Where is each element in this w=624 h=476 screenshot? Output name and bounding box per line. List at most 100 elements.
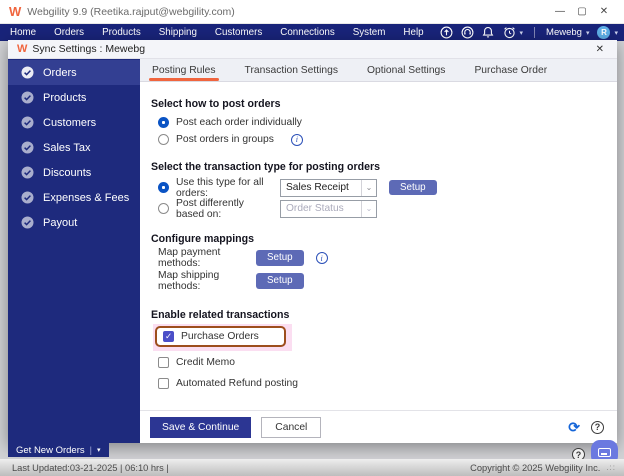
radio-checked-icon[interactable] (158, 182, 169, 193)
dialog-header: W Sync Settings : Mewebg ✕ (8, 40, 617, 59)
sidebar-item-expenses-fees[interactable]: Expenses & Fees (8, 185, 140, 210)
checkbox-icon[interactable] (158, 356, 169, 368)
sidebar-item-label: Orders (43, 66, 77, 79)
sync-settings-dialog: W Sync Settings : Mewebg ✕ Orders Produc… (8, 40, 617, 443)
menu-bar: Home Orders Products Shipping Customers … (0, 24, 624, 41)
option-use-type-all-orders[interactable]: Use this type for all orders: Sales Rece… (158, 176, 617, 199)
purchase-orders-highlight: Purchase Orders (153, 324, 292, 351)
copyright-text: Copyright © 2025 Webgility Inc. (470, 462, 601, 473)
radio-icon[interactable] (158, 134, 169, 145)
option-post-individually[interactable]: Post each order individually (158, 114, 617, 131)
section-heading-post-orders: Select how to post orders (151, 98, 281, 110)
window-title: Webgility 9.9 (Reetika.rajput@webgility.… (27, 5, 235, 18)
chevron-down-icon[interactable]: ▾ (97, 446, 101, 454)
tab-optional-settings[interactable]: Optional Settings (366, 59, 446, 81)
menu-home[interactable]: Home (8, 27, 45, 38)
menu-products[interactable]: Products (93, 27, 150, 38)
sidebar-item-discounts[interactable]: Discounts (8, 160, 140, 185)
transaction-setup-button[interactable]: Setup (389, 179, 437, 196)
settings-sidebar: Orders Products Customers Sales Tax Disc… (8, 59, 140, 443)
check-circle-icon (21, 191, 34, 204)
section-heading-mappings: Configure mappings (151, 233, 254, 245)
dialog-body: Orders Products Customers Sales Tax Disc… (8, 59, 617, 443)
check-circle-icon (21, 116, 34, 129)
menu-system[interactable]: System (344, 27, 395, 38)
check-circle-icon (21, 91, 34, 104)
webgility-logo-icon: W (9, 4, 22, 19)
refresh-icon[interactable]: ⟳ (568, 420, 580, 434)
support-headset-icon[interactable] (461, 26, 474, 39)
upload-circle-icon[interactable] (440, 26, 453, 39)
minimize-icon[interactable]: — (549, 6, 571, 17)
save-continue-button[interactable]: Save & Continue (150, 416, 252, 438)
scheduler-clock-icon[interactable] (503, 26, 516, 39)
dialog-close-icon[interactable]: ✕ (592, 44, 608, 55)
menu-connections[interactable]: Connections (271, 27, 343, 38)
check-circle-icon (21, 66, 34, 79)
scheduler-caret-icon[interactable]: ▾ (520, 29, 524, 37)
sidebar-item-payout[interactable]: Payout (8, 210, 140, 235)
info-icon[interactable]: i (315, 252, 328, 264)
notifications-bell-icon[interactable] (482, 26, 495, 39)
check-circle-icon (21, 216, 34, 229)
chat-monitor-glyph (598, 448, 611, 457)
chevron-down-icon[interactable]: ⌄ (361, 179, 376, 196)
option-label: Post orders in groups (176, 134, 274, 145)
sidebar-item-sales-tax[interactable]: Sales Tax (8, 135, 140, 160)
sidebar-item-label: Customers (43, 116, 97, 129)
menu-customers[interactable]: Customers (206, 27, 271, 38)
sidebar-item-label: Products (43, 91, 87, 104)
credit-memo-option[interactable]: Credit Memo (158, 355, 617, 369)
shipping-setup-button[interactable]: Setup (256, 273, 304, 289)
order-status-dropdown: Order Status ⌄ (280, 199, 377, 218)
checkbox-icon[interactable] (158, 377, 169, 389)
sidebar-item-label: Sales Tax (43, 141, 91, 154)
get-new-orders-button[interactable]: Get New Orders | ▾ (8, 443, 109, 457)
checkbox-checked-icon[interactable] (163, 331, 174, 342)
store-caret-icon[interactable]: ▾ (586, 29, 590, 37)
menu-help[interactable]: Help (394, 27, 432, 38)
menu-orders[interactable]: Orders (45, 27, 93, 38)
sidebar-item-label: Payout (43, 216, 78, 229)
menubar-right-cluster: ▾ Mewebg ▾ R ▾ (440, 26, 620, 39)
sidebar-item-label: Discounts (43, 166, 92, 179)
store-selector[interactable]: Mewebg (546, 27, 582, 38)
info-icon[interactable]: i (290, 133, 303, 146)
resize-grip-icon[interactable]: .:: (606, 463, 616, 472)
transaction-type-dropdown[interactable]: Sales Receipt ⌄ (280, 178, 377, 197)
purchase-orders-annotation-box: Purchase Orders (155, 326, 286, 347)
tab-transaction-settings[interactable]: Transaction Settings (244, 59, 339, 81)
tab-posting-rules[interactable]: Posting Rules (149, 59, 219, 81)
dropdown-value: Order Status (286, 202, 344, 214)
radio-icon[interactable] (158, 203, 169, 214)
sidebar-item-customers[interactable]: Customers (8, 110, 140, 135)
close-icon[interactable]: ✕ (593, 6, 615, 17)
map-payment-label: Map payment methods: (158, 247, 221, 269)
menu-shipping[interactable]: Shipping (150, 27, 206, 38)
check-circle-icon (21, 166, 34, 179)
section-heading-transaction-type: Select the transaction type for posting … (151, 161, 380, 173)
auto-refund-option[interactable]: Automated Refund posting (158, 376, 617, 390)
tab-purchase-order[interactable]: Purchase Order (473, 59, 548, 81)
radio-checked-icon[interactable] (158, 117, 169, 128)
option-label: Use this type for all orders: (176, 176, 264, 199)
map-shipping-label: Map shipping methods: (158, 270, 220, 292)
sidebar-item-label: Expenses & Fees (43, 191, 130, 204)
check-circle-icon (21, 141, 34, 154)
app-window: W Webgility 9.9 (Reetika.rajput@webgilit… (0, 0, 624, 476)
status-bar: Last Updated:03-21-2025 | 06:10 hrs | Co… (0, 459, 624, 476)
cancel-button[interactable]: Cancel (261, 416, 322, 438)
webgility-logo-icon: W (17, 42, 28, 55)
sidebar-item-products[interactable]: Products (8, 85, 140, 110)
option-post-in-groups[interactable]: Post orders in groups i (158, 131, 617, 148)
last-updated-text: Last Updated:03-21-2025 | 06:10 hrs | (12, 462, 169, 473)
help-icon[interactable]: ? (591, 420, 604, 434)
option-post-differently[interactable]: Post differently based on: Order Status … (158, 198, 617, 220)
option-label: Post each order individually (176, 117, 302, 128)
maximize-icon[interactable]: ▢ (571, 6, 593, 17)
payment-setup-button[interactable]: Setup (256, 250, 304, 266)
user-avatar[interactable]: R (597, 26, 611, 39)
sidebar-item-orders[interactable]: Orders (8, 60, 140, 85)
avatar-caret-icon[interactable]: ▾ (614, 29, 618, 37)
map-payment-methods-row: Map payment methods: Setup i (158, 247, 617, 269)
